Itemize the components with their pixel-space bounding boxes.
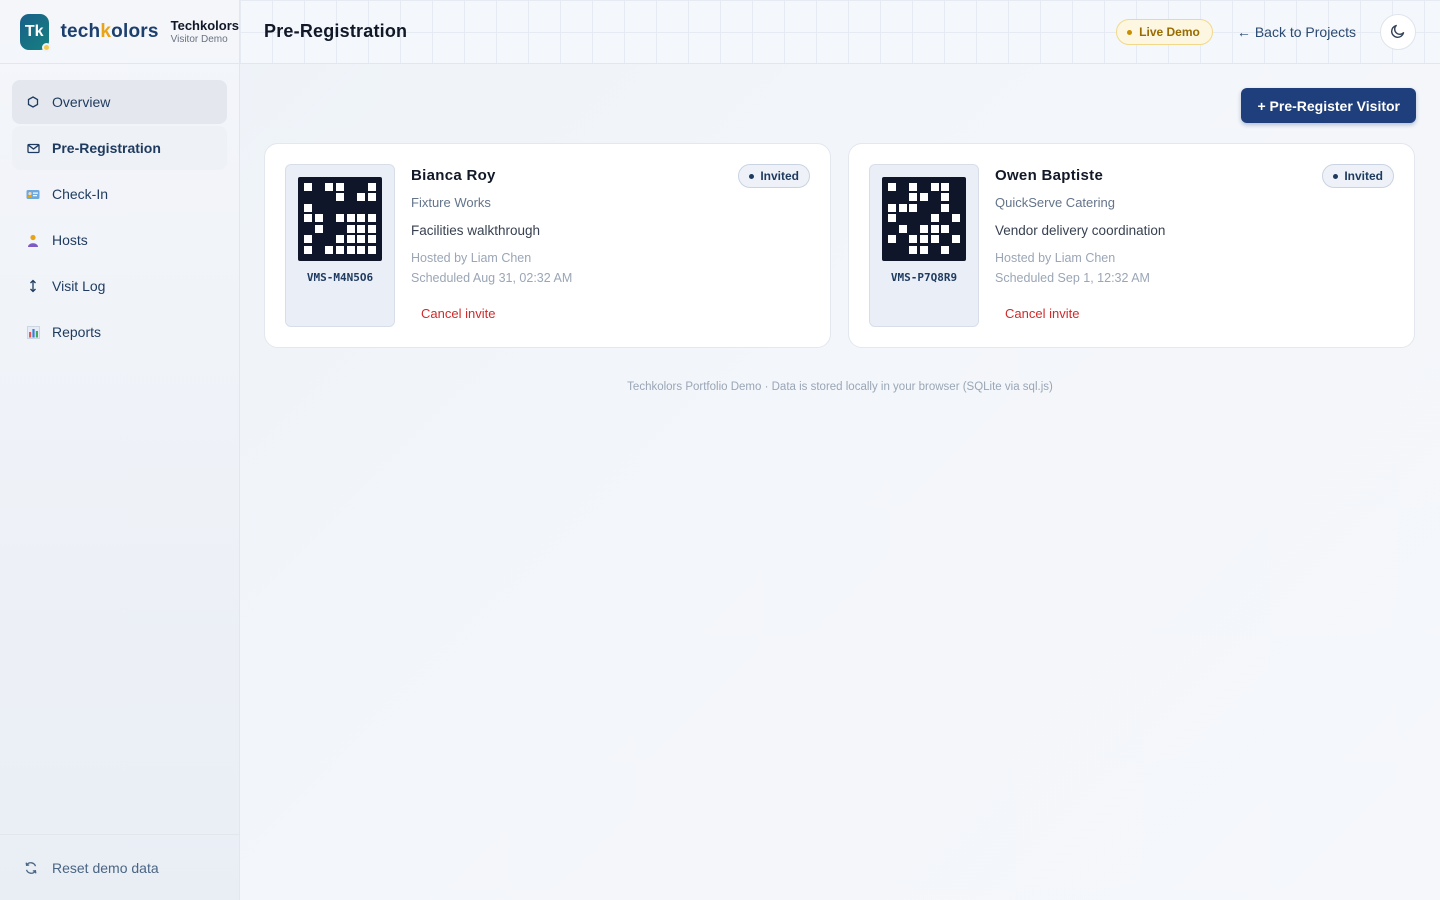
back-to-projects-label: Back to Projects [1254, 24, 1356, 40]
live-demo-label: Live Demo [1139, 25, 1200, 39]
back-to-projects-link[interactable]: ← Back to Projects [1237, 24, 1356, 40]
logo-tile: Tk [20, 13, 51, 52]
logo-initials: Tk [24, 22, 44, 40]
visit-host: Hosted by Liam Chen [411, 251, 532, 265]
up-down-arrow-icon [26, 279, 40, 293]
person-icon [26, 233, 40, 247]
wordmark-part-k: k [100, 20, 112, 42]
reset-demo-label: Reset demo data [52, 859, 159, 876]
cancel-invite-button[interactable]: Cancel invite [421, 306, 495, 321]
visit-host: Hosted by Liam Chen [995, 251, 1116, 265]
status-dot-icon [1333, 173, 1339, 179]
theme-toggle-button[interactable] [1380, 14, 1416, 50]
bar-chart-icon [26, 325, 40, 339]
visitor-cards: VMS-M4N5O6 Bianca Roy Invited Fixture Wo… [264, 143, 1416, 348]
qr-panel: VMS-P7Q8R9 [869, 164, 979, 327]
qr-code-icon [298, 177, 382, 261]
envelope-icon [26, 141, 40, 155]
visit-purpose: Facilities walkthrough [411, 223, 541, 238]
sidebar: Tk techkolors Techkolors Visitor Demo Ov… [0, 0, 240, 900]
sidebar-item-overview[interactable]: Overview [12, 80, 227, 124]
qr-panel: VMS-M4N5O6 [285, 164, 395, 327]
sidebar-item-reports[interactable]: Reports [12, 310, 227, 354]
sidebar-item-label: Pre-Registration [52, 140, 161, 156]
sidebar-item-label: Check-In [52, 186, 109, 202]
sidebar-nav: Overview Pre-Registration Check-In Hosts… [0, 64, 239, 354]
cancel-invite-button[interactable]: Cancel invite [1005, 306, 1079, 321]
live-dot-icon [1127, 29, 1133, 35]
sidebar-item-pre-registration[interactable]: Pre-Registration [12, 126, 227, 170]
footer-note: Techkolors Portfolio Demo · Data is stor… [627, 381, 1053, 393]
header-actions: Live Demo ← Back to Projects [1116, 0, 1416, 64]
live-demo-badge: Live Demo [1116, 19, 1213, 45]
main-content: + Pre-Register Visitor VMS-M4N5O6 Bianca… [240, 64, 1440, 900]
visitor-name: Bianca Roy [411, 167, 496, 184]
visit-scheduled: Scheduled Aug 31, 02:32 AM [411, 271, 573, 285]
hexagon-icon [26, 95, 40, 109]
sidebar-item-label: Visit Log [52, 278, 106, 294]
visitor-code: VMS-M4N5O6 [306, 271, 374, 284]
reset-demo-button[interactable]: Reset demo data [0, 834, 239, 900]
status-label: Invited [760, 169, 799, 183]
visitor-code: VMS-P7Q8R9 [890, 271, 958, 284]
visit-purpose: Vendor delivery coordination [995, 223, 1166, 238]
visitor-card: VMS-M4N5O6 Bianca Roy Invited Fixture Wo… [264, 143, 831, 348]
status-badge: Invited [1322, 164, 1394, 188]
visitor-card: VMS-P7Q8R9 Owen Baptiste Invited QuickSe… [848, 143, 1415, 348]
brand[interactable]: Tk techkolors Techkolors Visitor Demo [0, 0, 239, 64]
status-dot-icon [749, 173, 755, 179]
sidebar-item-label: Overview [52, 94, 111, 110]
brand-name: Techkolors [170, 18, 239, 33]
logo-dot [41, 42, 51, 52]
sidebar-item-label: Hosts [52, 232, 88, 248]
visitor-name: Owen Baptiste [995, 167, 1104, 184]
qr-code-icon [882, 177, 966, 261]
id-card-icon [26, 187, 40, 201]
refresh-icon [24, 861, 38, 875]
status-label: Invited [1344, 169, 1383, 183]
moon-icon [1390, 23, 1406, 42]
brand-subtitle: Visitor Demo [170, 34, 228, 45]
sidebar-item-hosts[interactable]: Hosts [12, 218, 227, 262]
wordmark-part-1: tech [60, 20, 101, 42]
status-badge: Invited [738, 164, 810, 188]
sidebar-item-check-in[interactable]: Check-In [12, 172, 227, 216]
brand-meta: Techkolors Visitor Demo [171, 18, 239, 45]
wordmark: techkolors [61, 21, 159, 43]
sidebar-item-label: Reports [52, 324, 102, 340]
arrow-left-icon: ← [1236, 24, 1251, 40]
wordmark-part-2: olors [111, 20, 159, 42]
visitor-company: Fixture Works [411, 195, 491, 210]
sidebar-item-visit-log[interactable]: Visit Log [12, 264, 227, 308]
top-header: Pre-Registration Live Demo ← Back to Pro… [240, 0, 1440, 64]
visit-scheduled: Scheduled Sep 1, 12:32 AM [995, 271, 1150, 285]
page-title: Pre-Registration [264, 21, 408, 41]
pre-register-visitor-button[interactable]: + Pre-Register Visitor [1241, 88, 1416, 123]
visitor-company: QuickServe Catering [995, 195, 1115, 210]
